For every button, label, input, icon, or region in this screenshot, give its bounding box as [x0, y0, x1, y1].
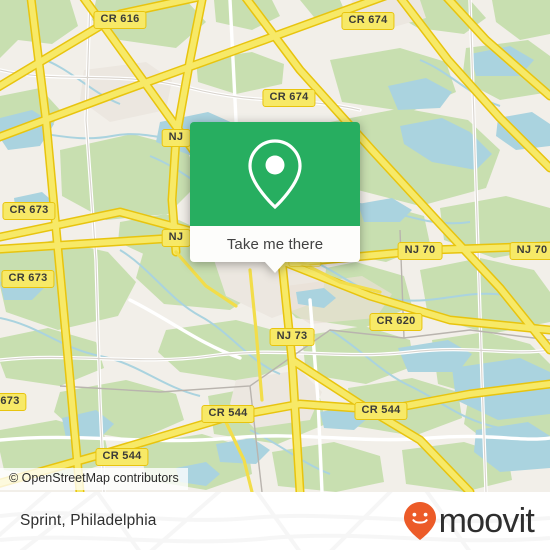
road-label: NJ: [161, 129, 191, 147]
moovit-logo[interactable]: moovit: [403, 501, 535, 541]
footer-bar: Sprint, Philadelphia moovit: [0, 492, 550, 550]
callout-marker-area: [190, 122, 360, 226]
road-label: NJ 70: [397, 242, 443, 260]
road-label: CR 674: [262, 89, 316, 107]
road-label: NJ: [161, 229, 191, 247]
map-canvas[interactable]: CR 616 CR 674 CR 674 NJ CR 673 NJ NJ 70 …: [0, 0, 550, 492]
callout-tail: [264, 261, 286, 273]
map-attribution[interactable]: © OpenStreetMap contributors: [0, 468, 188, 490]
road-label: CR 544: [354, 402, 408, 420]
place-title: Sprint, Philadelphia: [20, 512, 157, 529]
road-label: CR 674: [341, 12, 395, 30]
road-label: CR 673: [1, 270, 55, 288]
road-label: 673: [0, 393, 27, 411]
moovit-smiling-pin-icon: [403, 502, 436, 540]
take-me-there-label: Take me there: [226, 235, 324, 253]
callout-action-bar[interactable]: Take me there: [190, 226, 360, 273]
road-label: CR 544: [95, 448, 149, 466]
road-label: CR 673: [2, 202, 56, 220]
moovit-place-card: CR 616 CR 674 CR 674 NJ CR 673 NJ NJ 70 …: [0, 0, 550, 550]
road-label: CR 616: [93, 11, 147, 29]
road-label: NJ 70: [509, 242, 550, 260]
road-label: CR 544: [201, 405, 255, 423]
road-label: CR 620: [369, 313, 423, 331]
place-callout[interactable]: Take me there: [190, 122, 360, 273]
road-label: NJ 73: [269, 328, 315, 346]
moovit-wordmark: moovit: [438, 502, 535, 540]
map-pin-icon: [248, 139, 302, 210]
